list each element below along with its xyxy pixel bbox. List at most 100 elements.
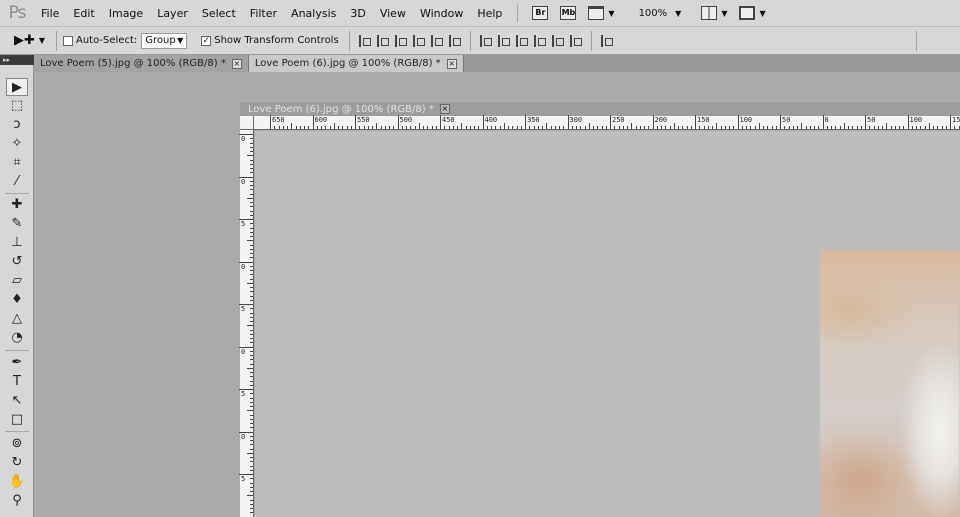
- paint-bucket-tool-icon[interactable]: ♦: [6, 291, 28, 309]
- ruler-tick: [648, 126, 650, 129]
- toolbox-collapse-handle[interactable]: ▸▸: [0, 55, 34, 65]
- ruler-tick: [818, 126, 820, 129]
- ruler-tick: [924, 126, 926, 129]
- history-brush-tool-icon[interactable]: ↺: [6, 253, 28, 271]
- screen-mode-button[interactable]: ▼: [739, 3, 766, 23]
- ruler-tick: [457, 126, 458, 129]
- ruler-label: 150: [952, 116, 960, 124]
- eraser-tool-icon[interactable]: ▱: [6, 272, 28, 290]
- ruler-tick: [797, 126, 798, 129]
- arrange-documents-button[interactable]: ▼: [701, 3, 727, 23]
- ruler-tick: [554, 126, 556, 129]
- hand-tool-icon[interactable]: ✋: [6, 473, 28, 491]
- menu-item-layer[interactable]: Layer: [150, 0, 195, 27]
- ruler-tick: [950, 115, 951, 129]
- crop-tool-icon[interactable]: ⌗: [6, 154, 28, 172]
- ruler-tick: [559, 126, 560, 129]
- align-right-icon[interactable]: [448, 34, 461, 47]
- type-tool-icon[interactable]: T: [6, 373, 28, 391]
- zoom-tool-icon[interactable]: ⚲: [6, 492, 28, 510]
- ruler-tick: [771, 126, 773, 129]
- distribute-horizontal-center-icon[interactable]: [551, 34, 564, 47]
- ruler-tick: [737, 115, 739, 129]
- menu-item-view[interactable]: View: [373, 0, 413, 27]
- close-icon[interactable]: ×: [231, 58, 242, 69]
- quick-selection-tool-icon[interactable]: ✧: [6, 135, 28, 153]
- ruler-tick: [848, 126, 849, 129]
- align-top-icon[interactable]: [358, 34, 371, 47]
- blur-tool-icon[interactable]: △: [6, 310, 28, 328]
- brush-tool-icon[interactable]: ✎: [6, 215, 28, 233]
- ruler-tick: [250, 465, 253, 467]
- menu-item-image[interactable]: Image: [102, 0, 150, 27]
- ruler-tick: [250, 342, 253, 344]
- align-horizontal-center-icon[interactable]: [430, 34, 443, 47]
- ruler-tick: [406, 126, 407, 129]
- clone-stamp-tool-icon[interactable]: ⊥: [6, 234, 28, 252]
- ruler-tick: [287, 126, 288, 129]
- spot-healing-tool-icon[interactable]: ✚: [6, 196, 28, 214]
- distribute-right-icon[interactable]: [569, 34, 582, 47]
- bridge-button[interactable]: Br: [532, 3, 549, 23]
- document-tab-love-poem-5[interactable]: Love Poem (5).jpg @ 100% (RGB/8) * ×: [34, 55, 249, 72]
- menu-item-analysis[interactable]: Analysis: [284, 0, 343, 27]
- ruler-tick: [250, 180, 253, 182]
- distribute-left-icon[interactable]: [533, 34, 546, 47]
- pen-tool-icon[interactable]: ✒: [6, 354, 28, 372]
- auto-align-layers-icon[interactable]: [600, 34, 613, 47]
- ruler-tick: [890, 126, 892, 129]
- ruler-tick: [274, 126, 276, 129]
- distribute-top-icon[interactable]: [479, 34, 492, 47]
- vertical-ruler[interactable]: 0 0 5 0 5 0 5 0 5: [239, 130, 254, 517]
- distribute-bottom-icon[interactable]: [515, 34, 528, 47]
- marquee-tool-icon[interactable]: ⬚: [6, 97, 28, 115]
- align-bottom-icon[interactable]: [394, 34, 407, 47]
- close-icon[interactable]: ×: [439, 104, 450, 114]
- show-transform-checkbox[interactable]: ✓: [201, 35, 212, 46]
- ruler-tick: [618, 126, 620, 129]
- zoom-level-dropdown[interactable]: 100% ▼: [627, 3, 682, 23]
- ruler-tick: [542, 126, 543, 129]
- menu-item-filter[interactable]: Filter: [243, 0, 284, 27]
- document-tab-love-poem-6[interactable]: Love Poem (6).jpg @ 100% (RGB/8) * ×: [248, 55, 464, 72]
- document-image: [820, 250, 960, 517]
- rectangle-tool-icon[interactable]: □: [6, 411, 28, 429]
- ruler-tick: [250, 189, 253, 191]
- mini-bridge-button[interactable]: Mb: [560, 3, 577, 23]
- view-extras-button[interactable]: ▼: [588, 3, 615, 23]
- menu-item-3d[interactable]: 3D: [343, 0, 372, 27]
- ruler-tick: [780, 115, 781, 129]
- ruler-tick: [250, 308, 253, 310]
- ruler-tick: [250, 206, 253, 208]
- lasso-tool-icon[interactable]: ↄ: [6, 116, 28, 134]
- path-selection-tool-icon[interactable]: ↖: [6, 392, 28, 410]
- ruler-origin[interactable]: [240, 116, 254, 130]
- eyedropper-tool-icon[interactable]: ⁄: [6, 173, 28, 191]
- menu-item-file[interactable]: File: [34, 0, 66, 27]
- align-vertical-center-icon[interactable]: [376, 34, 389, 47]
- ruler-tick: [410, 126, 412, 129]
- menu-item-window[interactable]: Window: [413, 0, 470, 27]
- align-left-icon[interactable]: [412, 34, 425, 47]
- auto-select-target-dropdown[interactable]: Group ▼: [141, 32, 188, 49]
- document-tab-label: Love Poem (6).jpg @ 100% (RGB/8) *: [254, 58, 441, 69]
- auto-select-checkbox[interactable]: [63, 35, 73, 46]
- tool-preset-picker[interactable]: ▶✚ ▼: [14, 33, 50, 48]
- floating-document-titlebar[interactable]: Love Poem (6).jpg @ 100% (RGB/8) * ×: [240, 102, 960, 116]
- menu-item-help[interactable]: Help: [470, 0, 509, 27]
- menu-item-edit[interactable]: Edit: [66, 0, 101, 27]
- horizontal-ruler[interactable]: 650 600 550 500 450 400 350 300 250 200 150 100 50 0 5…: [254, 115, 960, 130]
- menu-item-select[interactable]: Select: [195, 0, 243, 27]
- dodge-tool-icon[interactable]: ◔: [6, 329, 28, 347]
- 3d-orbit-tool-icon[interactable]: ↻: [6, 454, 28, 472]
- move-tool-icon[interactable]: ▶: [6, 78, 28, 96]
- close-icon[interactable]: ×: [446, 58, 457, 69]
- arrange-documents-icon: [701, 6, 718, 20]
- ruler-tick: [250, 210, 253, 212]
- ruler-tick: [250, 321, 253, 322]
- ruler-tick: [597, 126, 599, 129]
- ruler-tick: [239, 304, 253, 305]
- 3d-rotate-tool-icon[interactable]: ⊚: [6, 435, 28, 453]
- ruler-label: 50: [782, 116, 791, 124]
- distribute-vertical-center-icon[interactable]: [497, 34, 510, 47]
